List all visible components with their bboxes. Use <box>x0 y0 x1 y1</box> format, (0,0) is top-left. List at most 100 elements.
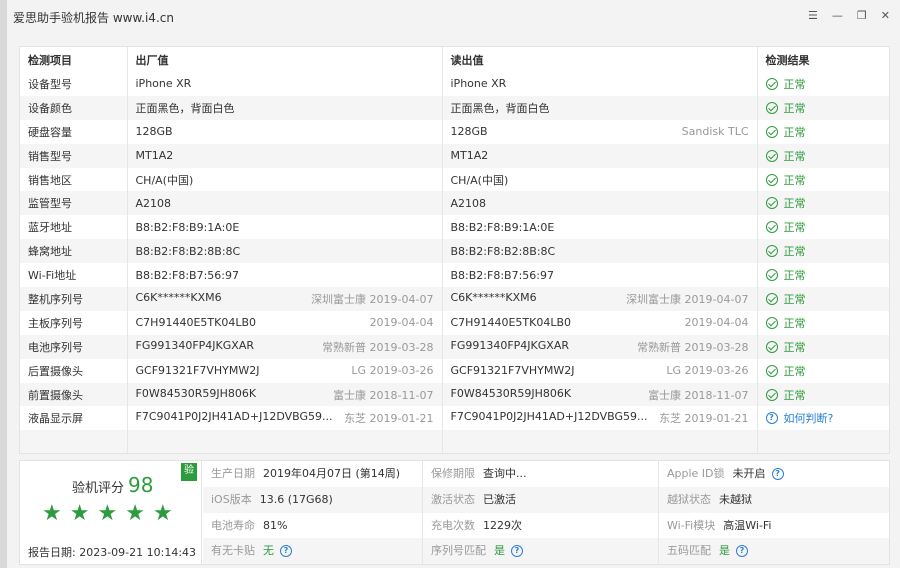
row-item: 整机序列号 <box>20 287 128 311</box>
read-note: 东芝 2019-01-21 <box>659 412 749 426</box>
table-row: 液晶显示屏 F7C9041P0J2JH41AD+J12DVBG59... 东芝 20… <box>20 406 889 431</box>
result-text: 正常 <box>783 173 806 187</box>
row-result[interactable]: ? 如何判断? <box>757 406 889 431</box>
row-read: 正面黑色，背面白色 <box>442 95 758 120</box>
row-read: A2108 <box>442 191 758 216</box>
result-text: 正常 <box>783 269 806 283</box>
row-item: 液晶显示屏 <box>20 406 128 431</box>
read-value: FG991340FP4JKGXAR <box>450 338 570 352</box>
row-factory: GCF91321F7VHYMW2J LG 2019-03-26 <box>127 358 443 383</box>
read-value: A2108 <box>450 196 487 210</box>
result-text: 正常 <box>783 340 806 354</box>
check-circle-icon <box>765 173 778 186</box>
info-value: 是 <box>719 544 730 558</box>
read-value: B8:B2:F8:B7:56:97 <box>450 268 555 282</box>
result-text: 正常 <box>783 149 806 163</box>
read-value: B8:B2:F8:B2:8B:8C <box>450 244 556 258</box>
info-cell: Wi-Fi模块 高温Wi-Fi <box>667 513 889 539</box>
star-icon: ★ <box>125 501 145 526</box>
rating-stars: ★ ★ ★ ★ ★ <box>42 503 173 525</box>
info-row: iOS版本 13.6 (17G68) 激活状态 已激活 越狱状态 未越狱 <box>203 486 889 513</box>
info-cell: iOS版本 13.6 (17G68) <box>211 486 423 513</box>
info-cell: 五码匹配是? <box>667 538 889 564</box>
read-value: B8:B2:F8:B9:1A:0E <box>450 220 555 234</box>
restore-icon[interactable]: ❐ <box>857 10 867 22</box>
row-result: 正常 <box>757 334 889 359</box>
read-value: C6K******KXM6 <box>450 290 537 304</box>
row-read: B8:B2:F8:B9:1A:0E <box>442 215 758 240</box>
info-key: 五码匹配 <box>667 544 711 558</box>
factory-value: F7C9041P0J2JH41AD+J12DVBG59... <box>135 410 333 424</box>
row-result: 正常 <box>757 167 889 192</box>
table-row: Wi-Fi地址 B8:B2:F8:B7:56:97 B8:B2:F8:B7:56:9… <box>20 263 889 288</box>
close-icon[interactable]: ✕ <box>881 10 890 22</box>
info-key: 有无卡贴 <box>211 544 255 558</box>
question-icon[interactable]: ? <box>511 545 523 558</box>
factory-note: 2019-04-04 <box>369 316 434 330</box>
factory-value: B8:B2:F8:B2:8B:8C <box>135 244 241 258</box>
info-row: 有无卡贴无? 序列号匹配是? 五码匹配是? <box>203 538 889 564</box>
row-read: FG991340FP4JKGXAR 常熟新普 2019-03-28 <box>442 334 758 359</box>
star-icon: ★ <box>42 501 62 526</box>
table-row: 设备颜色 正面黑色，背面白色 正面黑色，背面白色 正常 <box>20 95 889 120</box>
row-result: 正常 <box>757 382 889 407</box>
factory-value: CH/A(中国) <box>135 173 194 187</box>
header-result: 检测结果 <box>757 47 889 72</box>
row-item: 蓝牙地址 <box>20 215 128 240</box>
row-read: F7C9041P0J2JH41AD+J12DVBG59... 东芝 2019-01… <box>442 406 758 431</box>
factory-note: 富士康 2018-11-07 <box>333 388 434 402</box>
row-factory: 128GB <box>127 119 443 144</box>
info-key: Apple ID锁 <box>667 467 725 480</box>
minimize-icon[interactable]: — <box>832 10 843 22</box>
table-row: 销售地区 CH/A(中国) CH/A(中国) 正常 <box>20 167 889 192</box>
row-item: Wi-Fi地址 <box>20 263 128 288</box>
read-value: 128GB <box>450 125 488 139</box>
table-row: 蜂窝地址 B8:B2:F8:B2:8B:8C B8:B2:F8:B2:8B:8C 正常 <box>20 239 889 264</box>
info-value: 未开启 <box>732 467 766 480</box>
read-value: CH/A(中国) <box>450 173 509 187</box>
verified-badge: 验 <box>181 463 197 481</box>
check-circle-icon <box>765 221 778 234</box>
row-read: MT1A2 <box>442 143 758 168</box>
row-item: 硬盘容量 <box>20 119 128 144</box>
row-read: GCF91321F7VHYMW2J LG 2019-03-26 <box>442 358 758 383</box>
menu-icon[interactable]: ☰ <box>808 10 818 22</box>
result-link[interactable]: 如何判断? <box>784 410 834 426</box>
title-bar: 爱思助手验机报告 www.i4.cn ☰ — ❐ ✕ <box>7 0 900 32</box>
question-icon[interactable]: ? <box>736 545 748 558</box>
table-row: 销售型号 MT1A2 MT1A2 正常 <box>20 143 889 168</box>
info-key: 电池寿命 <box>211 518 255 532</box>
row-item: 电池序列号 <box>20 334 128 359</box>
result-text: 正常 <box>783 125 806 139</box>
check-circle-icon <box>765 245 778 258</box>
factory-note: LG 2019-03-26 <box>351 364 434 378</box>
check-circle-icon <box>765 101 778 114</box>
star-icon: ★ <box>69 501 90 526</box>
factory-note: 常熟新普 2019-03-28 <box>322 340 434 354</box>
factory-value: F0W84530R59JH806K <box>135 386 257 400</box>
info-cell: 充电次数 1229次 <box>431 512 659 539</box>
row-read: B8:B2:F8:B7:56:97 <box>442 263 758 288</box>
question-icon[interactable]: ? <box>765 412 778 425</box>
row-factory: FG991340FP4JKGXAR 常熟新普 2019-03-28 <box>127 334 443 359</box>
check-circle-icon <box>765 316 778 329</box>
info-cell: 生产日期 2019年04月07日 (第14周) <box>211 461 423 487</box>
row-read: B8:B2:F8:B2:8B:8C <box>442 239 758 264</box>
info-value: 81% <box>263 518 288 532</box>
row-read: iPhone XR <box>442 72 758 96</box>
row-read: C7H91440E5TK04LB0 2019-04-04 <box>442 310 758 335</box>
row-factory: C6K******KXM6 深圳富士康 2019-04-07 <box>127 287 443 311</box>
table-row: 主板序列号 C7H91440E5TK04LB0 2019-04-04 C7H91440… <box>20 310 889 335</box>
table-row: 硬盘容量 128GB 128GB Sandisk TLC 正常 <box>20 119 889 144</box>
check-circle-icon <box>765 77 778 90</box>
score-label: 验机评分 <box>72 481 125 496</box>
question-icon[interactable]: ? <box>771 468 784 480</box>
factory-value: iPhone XR <box>135 77 192 91</box>
info-value: 无 <box>263 544 274 558</box>
row-item: 监管型号 <box>20 191 128 216</box>
row-factory: MT1A2 <box>127 143 443 168</box>
row-read: 128GB Sandisk TLC <box>442 119 758 144</box>
result-text: 正常 <box>783 77 806 91</box>
score-panel: 验机评分 98 验 ★ ★ ★ ★ ★ 报告日期: 2023-09-21 10:14:43 <box>20 461 202 564</box>
question-icon[interactable]: ? <box>280 545 292 558</box>
